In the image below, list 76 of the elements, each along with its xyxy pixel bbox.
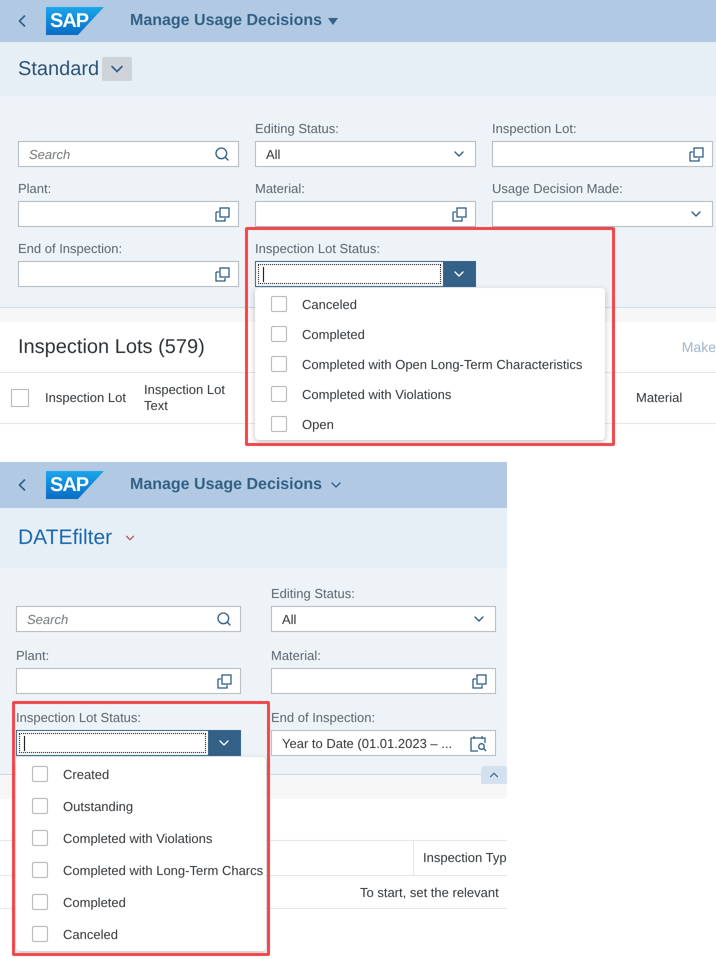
column-header: Inspection Typ <box>413 841 507 875</box>
search-icon[interactable] <box>216 611 232 627</box>
field-label: End of Inspection: <box>271 709 376 726</box>
checkbox[interactable] <box>271 386 287 402</box>
dropdown-button[interactable] <box>208 731 240 755</box>
value-help-icon[interactable] <box>452 206 467 222</box>
dropdown-button[interactable] <box>443 262 475 286</box>
input-field[interactable] <box>18 201 239 227</box>
collapse-button[interactable] <box>481 766 507 784</box>
checkbox[interactable] <box>32 830 48 846</box>
table-title: Inspection Lots (579) <box>18 336 205 358</box>
dropdown-option[interactable]: Completed <box>16 886 266 918</box>
column-header: Material <box>636 389 682 407</box>
variant-selector[interactable]: DATEfilter <box>18 526 138 550</box>
field-label: End of Inspection: <box>18 240 124 257</box>
input-field[interactable] <box>255 201 476 227</box>
input-field[interactable] <box>16 668 241 694</box>
input-field[interactable] <box>492 141 713 167</box>
field-label: Inspection Lot Status: <box>16 709 142 726</box>
field-label: Material: <box>271 647 322 664</box>
checkbox[interactable] <box>32 894 48 910</box>
dropdown-option[interactable]: Open <box>255 409 605 439</box>
select-field[interactable]: All <box>255 141 476 167</box>
variant-selector[interactable]: Standard <box>18 57 132 81</box>
select-field[interactable] <box>492 201 713 227</box>
field-label: Editing Status: <box>255 120 340 137</box>
checkbox[interactable] <box>271 416 287 432</box>
input-field[interactable] <box>18 261 239 287</box>
date-range-field[interactable]: Year to Date (01.01.2023 – ... <box>271 730 496 756</box>
search-icon[interactable] <box>214 146 230 162</box>
field-label: Usage Decision Made: <box>492 180 624 197</box>
value-help-icon[interactable] <box>215 206 230 222</box>
calendar-search-icon[interactable] <box>470 734 487 752</box>
dropdown-option[interactable]: Canceled <box>16 918 266 950</box>
dropdown-option[interactable]: Completed with Violations <box>16 822 266 854</box>
dropdown-option[interactable]: Outstanding <box>16 790 266 822</box>
dropdown-option[interactable]: Completed with Violations <box>255 379 605 409</box>
checkbox[interactable] <box>271 356 287 372</box>
value-help-icon[interactable] <box>217 674 232 688</box>
empty-table-message: To start, set the relevant <box>360 884 499 900</box>
dropdown-option[interactable]: Canceled <box>255 289 605 319</box>
column-header: Inspection Lot <box>45 389 127 407</box>
value-help-icon[interactable] <box>215 266 230 282</box>
field-label: Editing Status: <box>271 585 356 602</box>
app-logo: SAP <box>46 471 104 499</box>
select-field[interactable]: All <box>271 606 496 632</box>
field-label: Inspection Lot Status: <box>255 240 382 257</box>
dropdown-option[interactable]: Completed with Long-Term Charcs <box>16 854 266 886</box>
value-help-icon[interactable] <box>689 146 704 162</box>
triangle-down-icon <box>328 18 338 24</box>
app-title-menu[interactable]: Manage Usage Decisions <box>130 12 338 30</box>
combo-field[interactable] <box>255 261 476 287</box>
checkbox[interactable] <box>32 798 48 814</box>
checkbox[interactable] <box>271 296 287 312</box>
field-label: Inspection Lot: <box>492 120 578 137</box>
field-label: Material: <box>255 180 306 197</box>
checkbox[interactable] <box>271 326 287 342</box>
value-help-icon[interactable] <box>472 674 487 688</box>
app-logo: SAP <box>46 7 104 35</box>
dropdown-option[interactable]: Completed with Open Long-Term Characteristics <box>255 349 605 379</box>
checkbox[interactable] <box>32 862 48 878</box>
search-field[interactable]: Search <box>18 141 239 167</box>
column-header: Inspection Lot Text <box>144 381 226 415</box>
checkbox[interactable] <box>32 766 48 782</box>
dropdown-option[interactable]: Created <box>16 758 266 790</box>
dropdown-option[interactable]: Completed <box>255 319 605 349</box>
field-label: Plant: <box>18 180 52 197</box>
input-field[interactable] <box>271 668 496 694</box>
text-cursor <box>24 736 25 750</box>
text-cursor <box>263 266 264 282</box>
field-label: Plant: <box>16 647 50 664</box>
search-field[interactable]: Search <box>16 606 241 632</box>
select-all-checkbox[interactable] <box>11 389 29 407</box>
app-title-menu[interactable]: Manage Usage Decisions <box>130 476 344 494</box>
combo-field[interactable] <box>16 730 241 756</box>
checkbox[interactable] <box>32 926 48 942</box>
